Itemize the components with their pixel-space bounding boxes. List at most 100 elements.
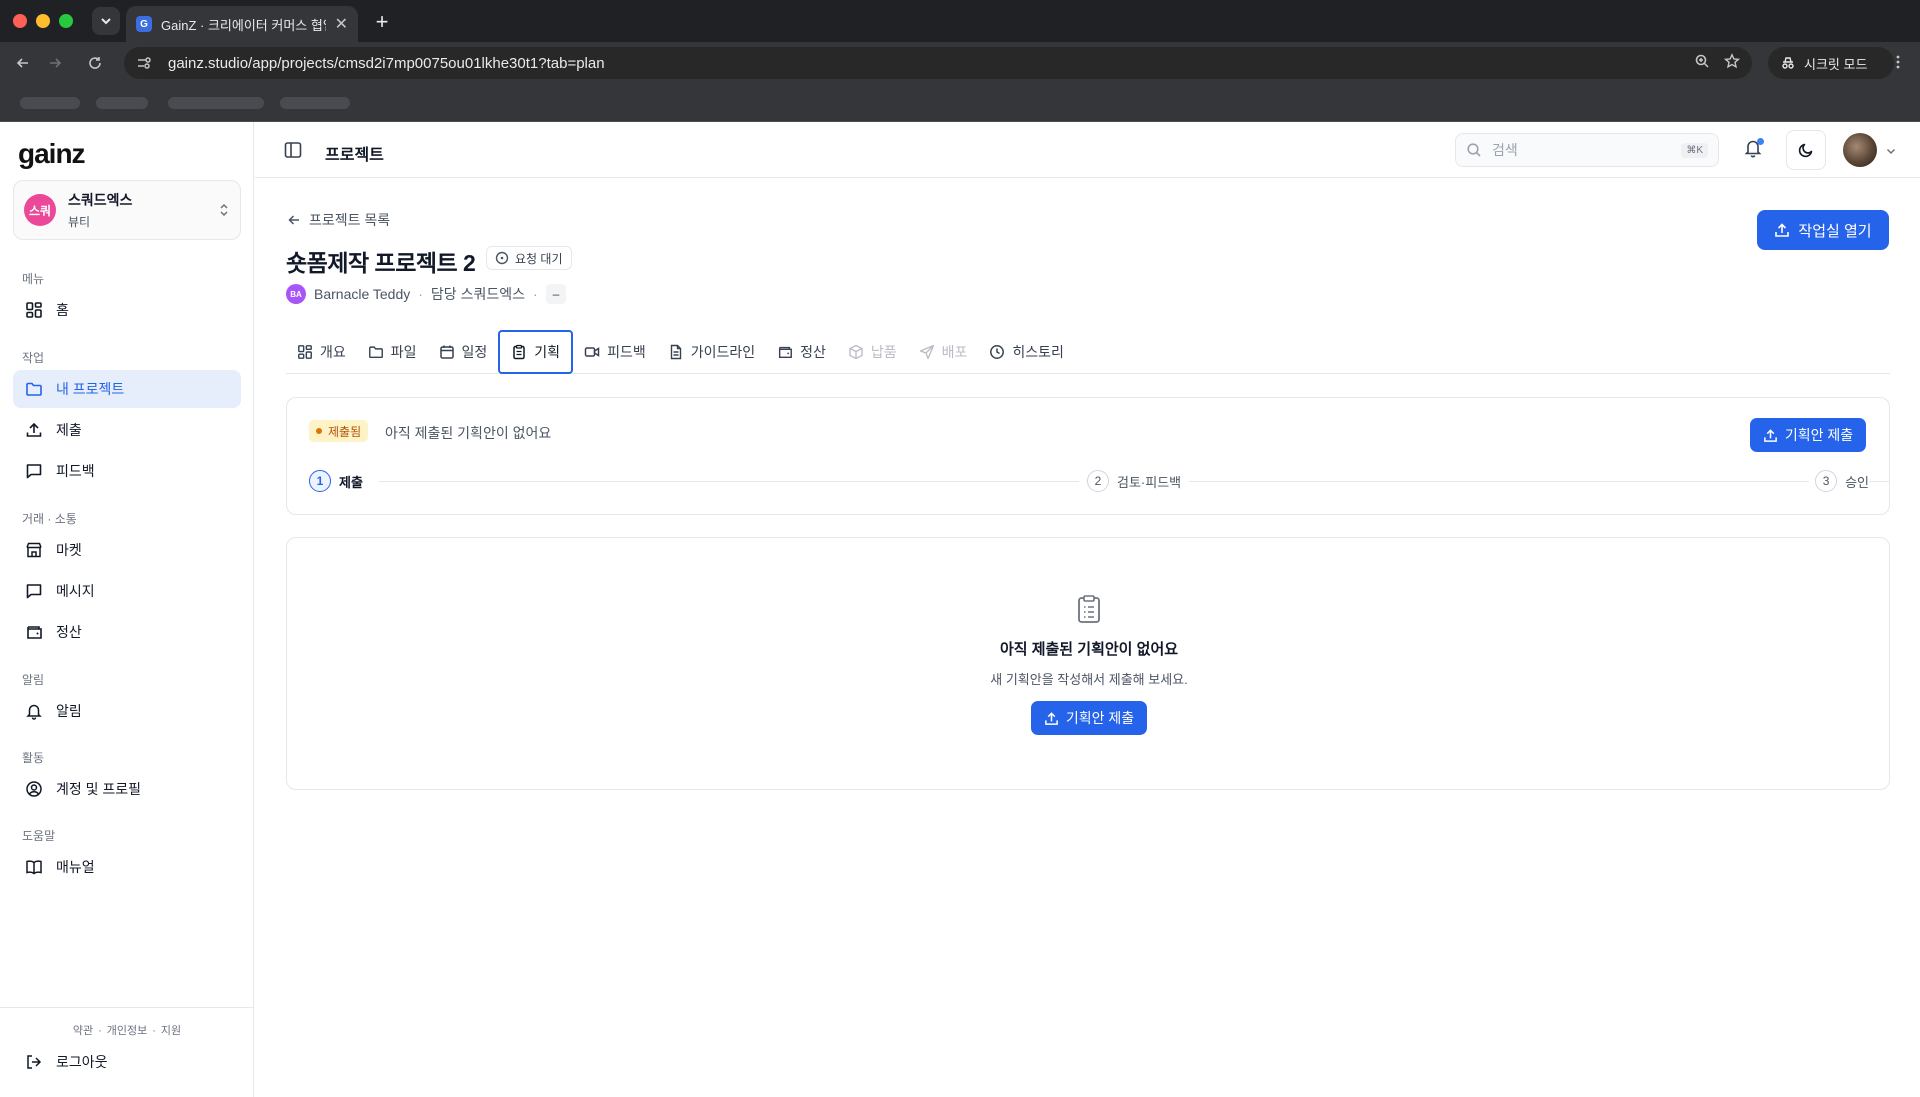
sidebar-item-home[interactable]: 홈 <box>13 291 241 329</box>
minimize-window-button[interactable] <box>36 14 50 28</box>
maximize-window-button[interactable] <box>59 14 73 28</box>
tab-feedback[interactable]: 피드백 <box>573 330 657 374</box>
bookmark-star-icon[interactable] <box>1724 53 1740 69</box>
workspace-avatar: 스쿼 <box>24 194 56 226</box>
sidebar-item-submit[interactable]: 제출 <box>13 411 241 449</box>
gainz-logo[interactable]: gainz <box>18 138 86 170</box>
search-input[interactable]: 검색 ⌘K <box>1455 133 1719 167</box>
zoom-icon[interactable] <box>1694 53 1710 69</box>
tab-delivery[interactable]: 납품 <box>837 330 908 374</box>
bookmark-item[interactable] <box>280 97 350 109</box>
logout-label: 로그아웃 <box>56 1054 108 1070</box>
back-button[interactable] <box>9 49 37 77</box>
chevron-down-icon <box>1886 148 1896 155</box>
sidebar-item-messages[interactable]: 메시지 <box>13 572 241 610</box>
open-studio-button[interactable]: 작업실 열기 <box>1757 210 1889 250</box>
tab-overview[interactable]: 개요 <box>286 330 357 374</box>
sidebar-item-settlement[interactable]: 정산 <box>13 613 241 651</box>
message-square-icon <box>26 584 42 599</box>
send-icon <box>919 344 934 360</box>
moon-icon <box>1798 143 1813 158</box>
incognito-indicator[interactable]: 시크릿 모드 <box>1768 47 1894 79</box>
close-window-button[interactable] <box>13 14 27 28</box>
privacy-link[interactable]: 개인정보 <box>107 1025 147 1037</box>
grid-icon <box>298 345 312 359</box>
creator-name[interactable]: Barnacle Teddy <box>314 286 410 302</box>
terms-link[interactable]: 약관 <box>73 1025 93 1037</box>
project-tabs: 개요 파일 일정 기획 피드백 가이드라인 정산 납품 배포 히스토리 <box>286 330 1890 374</box>
sidebar-item-label: 홈 <box>56 302 69 318</box>
open-studio-label: 작업실 열기 <box>1798 222 1872 240</box>
nav-section-activity: 활동 <box>22 751 45 765</box>
browser-menu-button[interactable] <box>1890 54 1906 75</box>
incognito-icon <box>1782 57 1794 69</box>
video-icon <box>584 347 600 357</box>
logout-button[interactable]: 로그아웃 <box>25 1052 108 1072</box>
sidebar-item-notifications[interactable]: 알림 <box>13 692 241 730</box>
search-placeholder: 검색 <box>1492 142 1518 158</box>
grid-icon <box>26 302 42 318</box>
sidebar-item-label: 마켓 <box>56 542 82 558</box>
plan-status-message: 아직 제출된 기획안이 없어요 <box>385 425 552 441</box>
sidebar-item-label: 정산 <box>56 624 82 640</box>
search-icon <box>1467 143 1481 157</box>
empty-state-card: 아직 제출된 기획안이 없어요 새 기획안을 작성해서 제출해 보세요. 기획안… <box>286 537 1890 790</box>
sidebar: gainz 스쿼 스쿼드엑스 뷰티 메뉴 홈 작업 내 프로젝트 제출 피드백 <box>0 122 254 1097</box>
forward-button[interactable] <box>41 49 69 77</box>
close-tab-icon[interactable]: ✕ <box>335 14 348 34</box>
sidebar-item-label: 메시지 <box>56 583 95 599</box>
arrow-right-icon <box>50 58 62 68</box>
step-label: 검토·피드백 <box>1117 474 1182 490</box>
sidebar-item-account[interactable]: 계정 및 프로필 <box>13 770 241 808</box>
bookmark-item[interactable] <box>168 97 264 109</box>
tab-history[interactable]: 히스토리 <box>978 330 1075 374</box>
empty-submit-plan-button[interactable]: 기획안 제출 <box>1031 701 1147 735</box>
site-settings-icon[interactable] <box>136 55 154 71</box>
tab-plan[interactable]: 기획 <box>498 330 574 374</box>
browser-tab-active[interactable]: G GainZ · 크리에이터 커머스 협업 C ✕ <box>126 6 358 42</box>
package-icon <box>849 344 863 360</box>
bookmark-item[interactable] <box>20 97 80 109</box>
book-open-icon <box>26 860 42 875</box>
sidebar-item-market[interactable]: 마켓 <box>13 531 241 569</box>
progress-stepper: 1 제출 2 검토·피드백 3 승인 <box>309 470 1889 492</box>
workspace-switcher[interactable]: 스쿼 스쿼드엑스 뷰티 <box>13 180 241 240</box>
bookmark-item[interactable] <box>96 97 148 109</box>
sidebar-item-manual[interactable]: 매뉴얼 <box>13 848 241 886</box>
sidebar-item-feedback[interactable]: 피드백 <box>13 452 241 490</box>
calendar-icon <box>439 345 454 359</box>
main-content: 프로젝트 검색 ⌘K 프로젝트 목록 작업실 열기 숏폼제작 프로젝트 2 요청… <box>255 122 1920 1097</box>
tab-distribution[interactable]: 배포 <box>908 330 979 374</box>
tab-search-button[interactable] <box>92 7 120 35</box>
nav-section-menu: 메뉴 <box>22 272 45 286</box>
badge-dot <box>316 428 322 434</box>
favicon-icon: G <box>136 16 152 32</box>
user-avatar[interactable] <box>1843 133 1877 167</box>
theme-toggle-button[interactable] <box>1786 130 1826 170</box>
upload-icon <box>26 422 42 437</box>
creator-avatar: BA <box>286 284 306 304</box>
user-menu-button[interactable] <box>1885 144 1897 162</box>
message-square-icon <box>26 464 42 479</box>
tab-settlement[interactable]: 정산 <box>766 330 837 374</box>
back-link-label: 프로젝트 목록 <box>309 212 391 228</box>
support-link[interactable]: 지원 <box>161 1025 181 1037</box>
tab-files[interactable]: 파일 <box>357 330 428 374</box>
tab-guideline[interactable]: 가이드라인 <box>657 330 766 374</box>
new-tab-button[interactable]: + <box>368 8 396 36</box>
topbar: 프로젝트 검색 ⌘K <box>255 122 1920 178</box>
bell-icon <box>26 704 42 720</box>
address-bar[interactable]: gainz.studio/app/projects/cmsd2i7mp0075o… <box>124 47 1752 79</box>
empty-submit-label: 기획안 제출 <box>1065 710 1135 726</box>
file-text-icon <box>670 344 681 360</box>
nav-section-alerts: 알림 <box>22 673 45 687</box>
sidebar-toggle-button[interactable] <box>283 140 303 165</box>
sidebar-item-my-projects[interactable]: 내 프로젝트 <box>13 370 241 408</box>
submit-plan-button[interactable]: 기획안 제출 <box>1750 418 1866 452</box>
step-number: 1 <box>309 470 331 492</box>
back-to-projects-link[interactable]: 프로젝트 목록 <box>287 210 390 230</box>
tab-schedule[interactable]: 일정 <box>428 330 499 374</box>
step-number: 3 <box>1815 470 1838 492</box>
arrow-left-icon <box>16 58 28 68</box>
reload-button[interactable] <box>81 49 109 77</box>
